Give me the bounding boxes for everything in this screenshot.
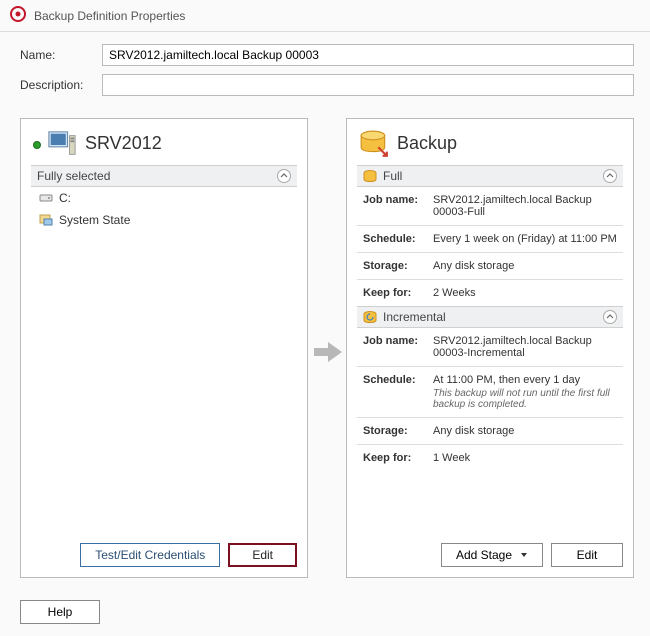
drive-icon bbox=[39, 191, 53, 205]
list-item[interactable]: System State bbox=[31, 209, 297, 231]
storage-label: Storage: bbox=[363, 260, 425, 272]
incremental-details: Job name: SRV2012.jamiltech.local Backup… bbox=[357, 328, 623, 471]
name-input[interactable] bbox=[102, 44, 634, 66]
jobname-value: SRV2012.jamiltech.local Backup 00003-Inc… bbox=[433, 335, 617, 359]
keepfor-value: 2 Weeks bbox=[433, 287, 617, 299]
backup-panel-title: Backup bbox=[397, 133, 457, 154]
backup-panel: Backup Full Job name: SRV2012.jamiltech.… bbox=[346, 118, 634, 578]
section-label: Incremental bbox=[383, 310, 446, 324]
backup-icon bbox=[359, 129, 389, 157]
edit-backup-button[interactable]: Edit bbox=[551, 543, 623, 567]
status-indicator-icon bbox=[33, 141, 41, 149]
system-state-icon bbox=[39, 213, 53, 227]
titlebar: Backup Definition Properties bbox=[0, 0, 650, 32]
keepfor-label: Keep for: bbox=[363, 452, 425, 464]
description-input[interactable] bbox=[102, 74, 634, 96]
chevron-down-icon bbox=[520, 551, 528, 559]
name-label: Name: bbox=[20, 48, 102, 62]
section-label: Fully selected bbox=[37, 169, 110, 183]
edit-source-button[interactable]: Edit bbox=[228, 543, 297, 567]
description-label: Description: bbox=[20, 78, 102, 92]
incremental-section-bar[interactable]: Incremental bbox=[357, 306, 623, 328]
schedule-note: This backup will not run until the first… bbox=[433, 388, 617, 410]
full-details: Job name: SRV2012.jamiltech.local Backup… bbox=[357, 187, 623, 306]
window-title: Backup Definition Properties bbox=[34, 9, 185, 23]
full-section-bar[interactable]: Full bbox=[357, 165, 623, 187]
list-item-label: System State bbox=[59, 213, 130, 227]
list-item-label: C: bbox=[59, 191, 71, 205]
jobname-label: Job name: bbox=[363, 335, 425, 359]
storage-label: Storage: bbox=[363, 425, 425, 437]
storage-value: Any disk storage bbox=[433, 425, 617, 437]
add-stage-label: Add Stage bbox=[456, 548, 512, 562]
collapse-icon[interactable] bbox=[603, 169, 617, 183]
arrow-icon bbox=[314, 340, 342, 367]
test-edit-credentials-button[interactable]: Test/Edit Credentials bbox=[80, 543, 220, 567]
jobname-value: SRV2012.jamiltech.local Backup 00003-Ful… bbox=[433, 194, 617, 218]
collapse-icon[interactable] bbox=[603, 310, 617, 324]
app-icon bbox=[10, 6, 26, 25]
selection-list: C: System State bbox=[31, 187, 297, 533]
collapse-icon[interactable] bbox=[277, 169, 291, 183]
server-icon bbox=[47, 129, 77, 157]
keepfor-label: Keep for: bbox=[363, 287, 425, 299]
help-button[interactable]: Help bbox=[20, 600, 100, 624]
schedule-value: At 11:00 PM, then every 1 day bbox=[433, 374, 617, 386]
incremental-backup-icon bbox=[363, 310, 377, 324]
jobname-label: Job name: bbox=[363, 194, 425, 218]
keepfor-value: 1 Week bbox=[433, 452, 617, 464]
fully-selected-section[interactable]: Fully selected bbox=[31, 165, 297, 187]
section-label: Full bbox=[383, 169, 402, 183]
schedule-value: Every 1 week on (Friday) at 11:00 PM bbox=[433, 233, 617, 245]
list-item[interactable]: C: bbox=[31, 187, 297, 209]
storage-value: Any disk storage bbox=[433, 260, 617, 272]
source-panel: SRV2012 Fully selected C: System State T… bbox=[20, 118, 308, 578]
source-panel-title: SRV2012 bbox=[85, 133, 162, 154]
schedule-label: Schedule: bbox=[363, 374, 425, 410]
form-area: Name: Description: bbox=[0, 32, 650, 112]
add-stage-button[interactable]: Add Stage bbox=[441, 543, 543, 567]
full-backup-icon bbox=[363, 169, 377, 183]
schedule-label: Schedule: bbox=[363, 233, 425, 245]
